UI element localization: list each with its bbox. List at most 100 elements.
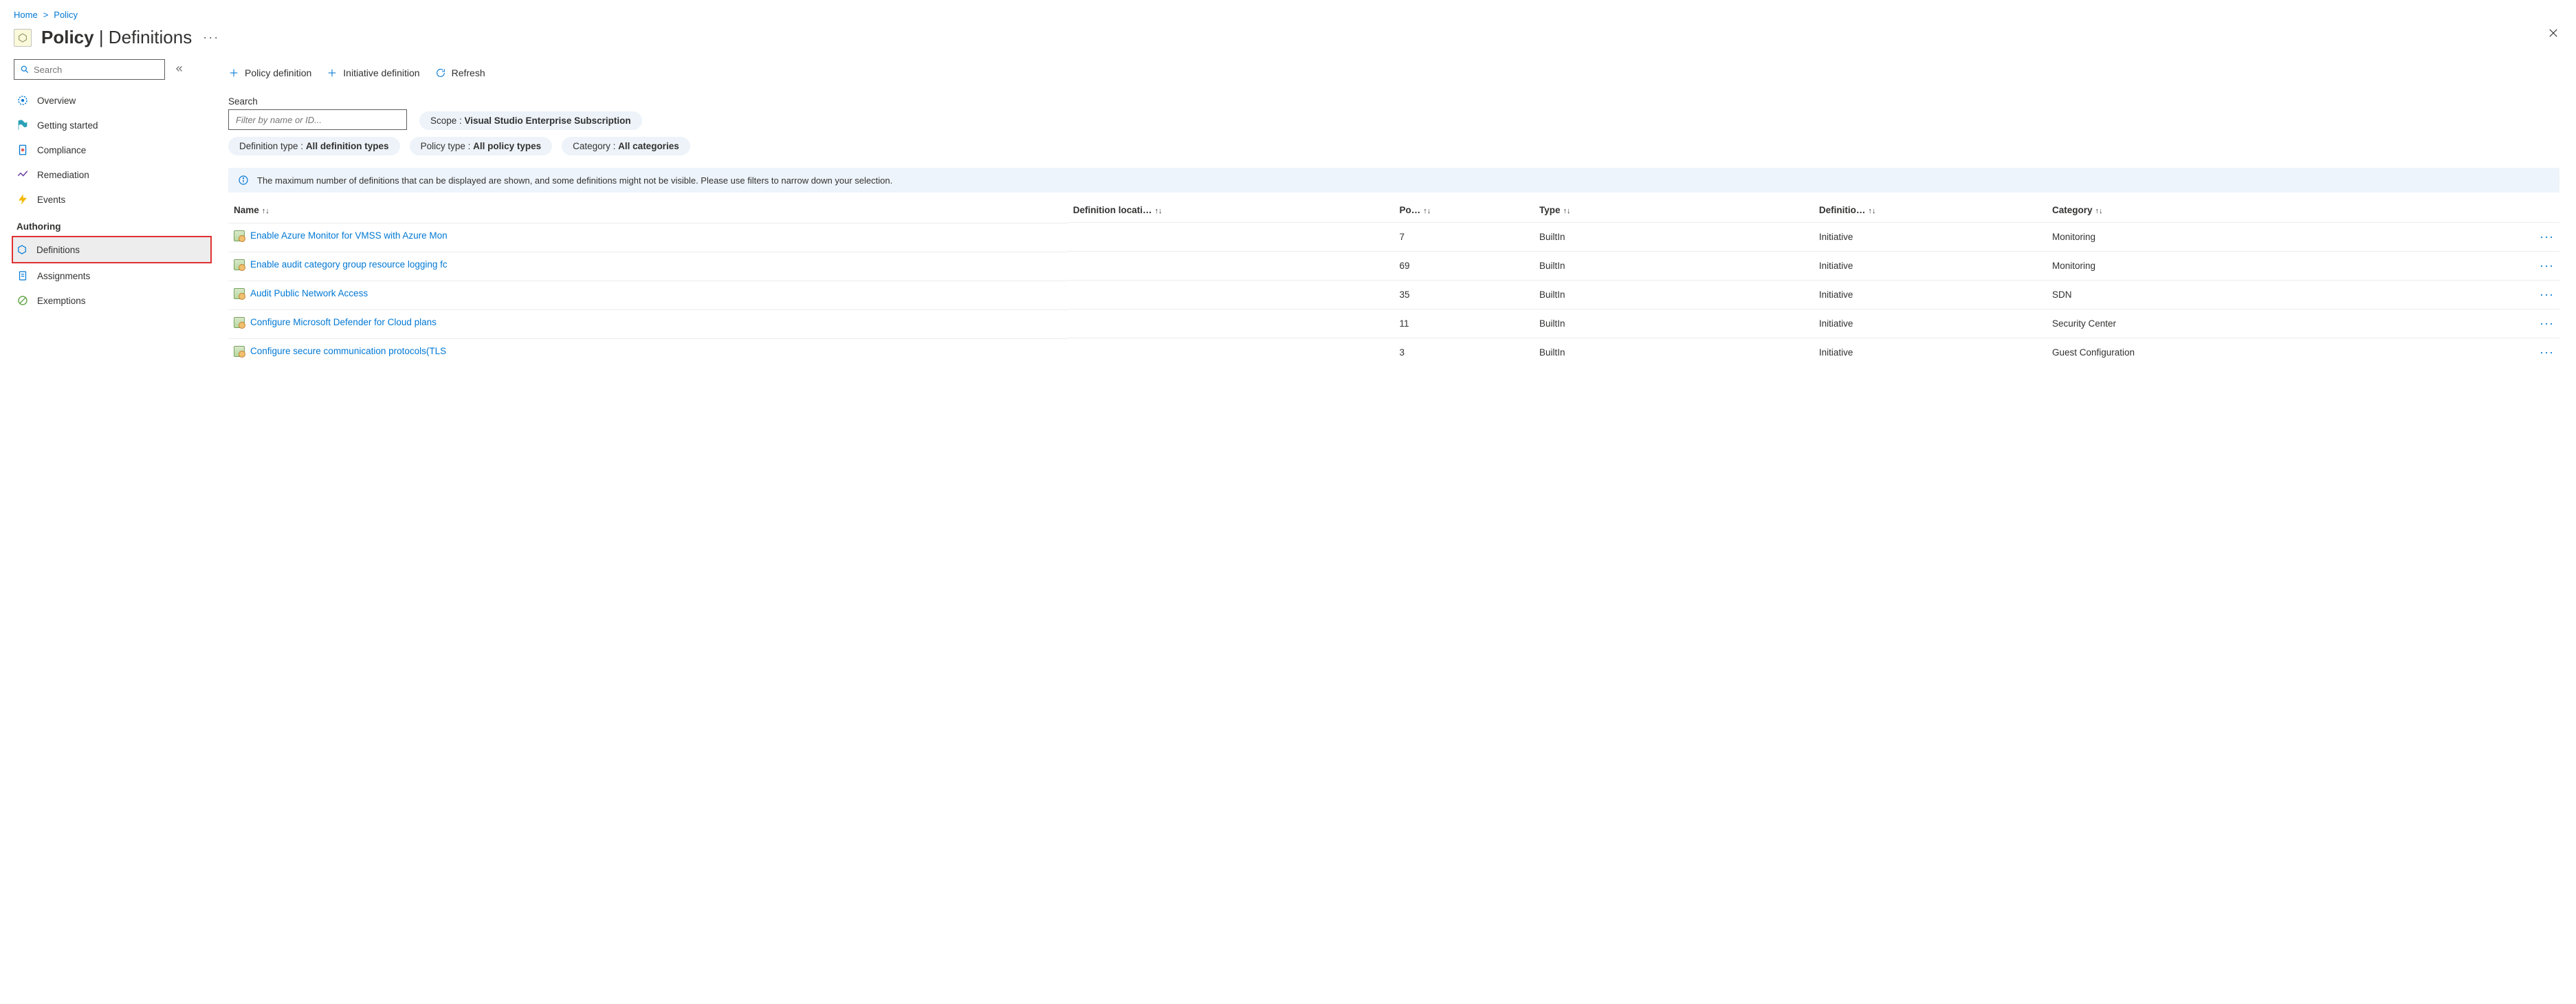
new-initiative-definition-button[interactable]: Initiative definition bbox=[327, 67, 419, 78]
toolbar: Policy definition Initiative definition … bbox=[228, 59, 2560, 87]
overview-icon bbox=[16, 94, 29, 107]
row-more-button[interactable]: ··· bbox=[2540, 345, 2554, 359]
sidebar: Overview Getting started Compliance Reme… bbox=[0, 59, 212, 367]
sort-icon: ↑↓ bbox=[1868, 207, 1875, 215]
cell-location bbox=[1068, 252, 1394, 281]
sidebar-item-remediation[interactable]: Remediation bbox=[14, 162, 212, 187]
cell-type: BuiltIn bbox=[1534, 281, 1814, 309]
row-more-button[interactable]: ··· bbox=[2540, 316, 2554, 330]
compliance-icon bbox=[16, 144, 29, 156]
sidebar-section-authoring: Authoring bbox=[14, 212, 212, 236]
cell-policies: 3 bbox=[1394, 338, 1534, 367]
sort-icon: ↑↓ bbox=[1563, 207, 1570, 215]
sidebar-item-assignments[interactable]: Assignments bbox=[14, 263, 212, 288]
cell-category: Security Center bbox=[2047, 309, 2420, 338]
definition-type-filter-pill[interactable]: Definition type : All definition types bbox=[228, 137, 400, 155]
cell-location bbox=[1068, 338, 1394, 367]
sort-icon: ↑↓ bbox=[1423, 207, 1431, 215]
info-banner: The maximum number of definitions that c… bbox=[228, 168, 2560, 193]
cell-policies: 35 bbox=[1394, 281, 1534, 309]
definition-link[interactable]: Enable Azure Monitor for VMSS with Azure… bbox=[250, 230, 448, 241]
header-more-button[interactable]: ··· bbox=[203, 30, 219, 45]
initiative-icon bbox=[234, 317, 245, 328]
refresh-icon bbox=[435, 67, 446, 78]
definition-link[interactable]: Enable audit category group resource log… bbox=[250, 259, 448, 270]
row-more-button[interactable]: ··· bbox=[2540, 259, 2554, 272]
cell-category: SDN bbox=[2047, 281, 2420, 309]
sidebar-search[interactable] bbox=[14, 59, 165, 80]
search-icon bbox=[20, 65, 30, 74]
main-content: Policy definition Initiative definition … bbox=[212, 59, 2576, 367]
definition-link[interactable]: Configure secure communication protocols… bbox=[250, 346, 446, 356]
sidebar-item-label: Compliance bbox=[37, 145, 86, 155]
table-row[interactable]: Enable audit category group resource log… bbox=[228, 252, 2560, 281]
breadcrumb-policy[interactable]: Policy bbox=[54, 10, 78, 20]
breadcrumb-home[interactable]: Home bbox=[14, 10, 38, 20]
cell-policies: 69 bbox=[1394, 252, 1534, 281]
table-row[interactable]: Configure Microsoft Defender for Cloud p… bbox=[228, 309, 2560, 338]
sidebar-item-overview[interactable]: Overview bbox=[14, 88, 212, 113]
cell-definition: Initiative bbox=[1814, 223, 2047, 252]
highlight-annotation: Definitions bbox=[12, 236, 212, 263]
col-location[interactable]: Definition locati…↑↓ bbox=[1068, 198, 1394, 223]
exemptions-icon bbox=[16, 294, 29, 307]
assignments-icon bbox=[16, 270, 29, 282]
sidebar-item-getting-started[interactable]: Getting started bbox=[14, 113, 212, 138]
cell-definition: Initiative bbox=[1814, 281, 2047, 309]
col-type[interactable]: Type↑↓ bbox=[1534, 198, 1814, 223]
definitions-icon bbox=[16, 243, 28, 256]
new-policy-definition-button[interactable]: Policy definition bbox=[228, 67, 311, 78]
sidebar-item-events[interactable]: Events bbox=[14, 187, 212, 212]
cell-location bbox=[1068, 223, 1394, 252]
initiative-icon bbox=[234, 259, 245, 270]
row-more-button[interactable]: ··· bbox=[2540, 287, 2554, 301]
policy-type-filter-pill[interactable]: Policy type : All policy types bbox=[410, 137, 553, 155]
sidebar-item-label: Events bbox=[37, 195, 65, 205]
cell-definition: Initiative bbox=[1814, 309, 2047, 338]
sidebar-item-definitions[interactable]: Definitions bbox=[13, 237, 210, 262]
col-name[interactable]: Name↑↓ bbox=[228, 198, 1068, 223]
row-more-button[interactable]: ··· bbox=[2540, 230, 2554, 243]
definition-link[interactable]: Audit Public Network Access bbox=[250, 288, 368, 298]
scope-filter-pill[interactable]: Scope : Visual Studio Enterprise Subscri… bbox=[419, 111, 642, 130]
close-button[interactable] bbox=[2547, 27, 2560, 43]
category-filter-pill[interactable]: Category : All categories bbox=[562, 137, 690, 155]
sidebar-item-label: Definitions bbox=[36, 245, 80, 255]
breadcrumb-sep: > bbox=[43, 10, 49, 20]
banner-text: The maximum number of definitions that c… bbox=[257, 175, 892, 186]
initiative-icon bbox=[234, 288, 245, 299]
cell-policies: 7 bbox=[1394, 223, 1534, 252]
cell-category: Guest Configuration bbox=[2047, 338, 2420, 367]
col-category[interactable]: Category↑↓ bbox=[2047, 198, 2420, 223]
sort-icon: ↑↓ bbox=[2095, 207, 2102, 215]
sidebar-item-label: Exemptions bbox=[37, 296, 86, 306]
page-title: Policy | Definitions bbox=[41, 27, 192, 48]
table-row[interactable]: Audit Public Network Access 35BuiltInInit… bbox=[228, 281, 2560, 309]
search-label: Search bbox=[228, 96, 407, 107]
col-policies[interactable]: Po…↑↓ bbox=[1394, 198, 1534, 223]
cell-type: BuiltIn bbox=[1534, 223, 1814, 252]
cell-definition: Initiative bbox=[1814, 252, 2047, 281]
breadcrumb: Home > Policy bbox=[0, 0, 2576, 24]
cell-type: BuiltIn bbox=[1534, 252, 1814, 281]
cell-category: Monitoring bbox=[2047, 252, 2420, 281]
sidebar-item-compliance[interactable]: Compliance bbox=[14, 138, 212, 162]
sidebar-item-label: Assignments bbox=[37, 271, 90, 281]
remediation-icon bbox=[16, 168, 29, 181]
col-definition[interactable]: Definitio…↑↓ bbox=[1814, 198, 2047, 223]
definition-link[interactable]: Configure Microsoft Defender for Cloud p… bbox=[250, 317, 437, 327]
sort-icon: ↑↓ bbox=[262, 207, 269, 215]
sidebar-item-label: Overview bbox=[37, 96, 76, 106]
collapse-sidebar-icon[interactable] bbox=[172, 64, 187, 76]
info-icon bbox=[238, 175, 249, 186]
page-header: Policy | Definitions ··· bbox=[0, 24, 2576, 59]
flag-icon bbox=[16, 119, 29, 131]
table-row[interactable]: Configure secure communication protocols… bbox=[228, 338, 2560, 367]
refresh-button[interactable]: Refresh bbox=[435, 67, 485, 78]
sidebar-item-exemptions[interactable]: Exemptions bbox=[14, 288, 212, 313]
table-row[interactable]: Enable Azure Monitor for VMSS with Azure… bbox=[228, 223, 2560, 252]
sidebar-search-input[interactable] bbox=[34, 65, 159, 75]
cell-category: Monitoring bbox=[2047, 223, 2420, 252]
cell-type: BuiltIn bbox=[1534, 309, 1814, 338]
filter-search-input[interactable] bbox=[228, 109, 407, 130]
